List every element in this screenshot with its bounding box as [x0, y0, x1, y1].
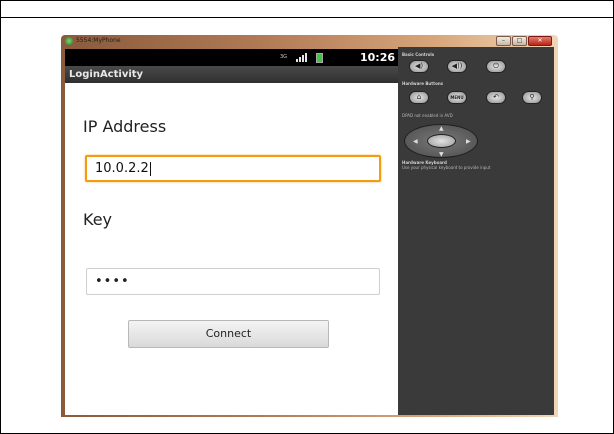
title-bar: 5554:MyPhone – □ ✕	[61, 35, 558, 47]
app-title-bar: LoginActivity	[65, 66, 398, 83]
volume-up-icon: ◀))	[451, 62, 463, 70]
minimize-button[interactable]: –	[496, 36, 511, 46]
status-time: 10:26	[359, 51, 395, 64]
volume-down-button[interactable]: ◀)	[409, 60, 429, 73]
basic-controls-label: Basic Controls	[402, 52, 435, 57]
power-button[interactable]: ⏻	[486, 60, 506, 73]
status-bar: 3G 10:26	[65, 49, 398, 66]
emulator-window: 5554:MyPhone – □ ✕ 3G 10:26 LoginActivit…	[61, 35, 558, 417]
dpad-up-icon: ▲	[439, 125, 444, 132]
dpad-left-icon: ◀	[413, 138, 418, 145]
back-icon: ↶	[493, 93, 499, 101]
network-type-icon: 3G	[280, 54, 288, 60]
hardware-buttons-label: Hardware Buttons	[402, 81, 444, 86]
ip-address-input[interactable]: 10.0.2.2	[85, 155, 381, 182]
search-button[interactable]: ⚲	[522, 91, 542, 104]
home-button[interactable]: ⌂	[409, 91, 429, 104]
close-button[interactable]: ✕	[528, 36, 552, 46]
activity-title: LoginActivity	[69, 69, 144, 80]
volume-down-icon: ◀)	[414, 62, 424, 70]
battery-icon	[316, 52, 324, 63]
close-icon: ✕	[537, 37, 543, 44]
connect-button[interactable]: Connect	[128, 320, 329, 348]
window-controls: – □ ✕	[496, 36, 552, 46]
dpad-down-icon: ▼	[439, 151, 444, 158]
volume-up-button[interactable]: ◀))	[447, 60, 467, 73]
power-icon: ⏻	[493, 62, 499, 70]
signal-icon	[296, 53, 308, 62]
home-icon: ⌂	[416, 93, 422, 101]
menu-button[interactable]: MENU	[447, 91, 467, 104]
dpad-right-icon: ▶	[466, 138, 471, 145]
emulator-app-icon	[65, 37, 73, 45]
ip-address-label: IP Address	[83, 117, 167, 136]
maximize-button[interactable]: □	[512, 36, 527, 46]
divider	[0, 17, 614, 18]
window-title: 5554:MyPhone	[76, 37, 121, 44]
status-icons: 3G	[280, 51, 324, 64]
dpad-status-label: DPAD not enabled in AVD	[402, 113, 453, 118]
phone-screen: 3G 10:26 LoginActivity IP Address 10.0.2…	[65, 49, 398, 415]
text-caret	[149, 161, 151, 176]
maximize-icon: □	[516, 37, 523, 44]
emulator-controls-panel: Basic Controls ◀) ◀)) ⏻ Hardware Buttons…	[398, 47, 554, 415]
key-label: Key	[83, 210, 113, 229]
search-icon: ⚲	[529, 93, 535, 101]
minimize-icon: –	[502, 37, 505, 44]
hardware-keyboard-hint: Use your physical keyboard to provide in…	[402, 165, 491, 170]
dpad-center-button[interactable]	[427, 134, 456, 148]
back-button[interactable]: ↶	[486, 91, 506, 104]
key-password-input[interactable]: ••••	[86, 268, 380, 295]
dpad-control[interactable]: ▲ ▼ ◀ ▶	[404, 124, 478, 158]
ip-address-value: 10.0.2.2	[95, 161, 151, 176]
key-masked-value: ••••	[95, 274, 130, 289]
